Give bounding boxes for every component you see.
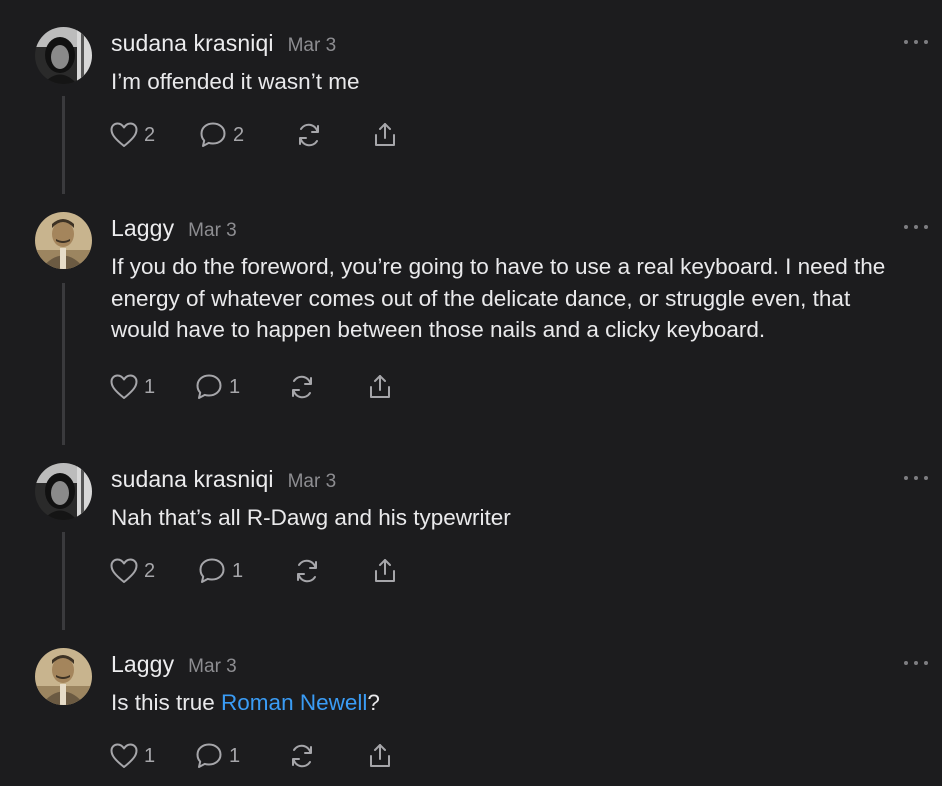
- share-button[interactable]: [371, 556, 399, 586]
- comment-text-suffix: ?: [367, 690, 380, 715]
- more-horizontal-icon[interactable]: [904, 656, 928, 670]
- avatar-photo: [35, 648, 92, 705]
- comment-date[interactable]: Mar 3: [188, 656, 237, 678]
- restack-button[interactable]: [288, 741, 316, 771]
- share-icon: [370, 375, 390, 398]
- speech-bubble-icon: [200, 122, 226, 147]
- reply-count: 1: [229, 744, 241, 767]
- author-name[interactable]: Laggy: [111, 651, 174, 678]
- like-count: 2: [144, 559, 156, 582]
- comment-header: Laggy Mar 3: [111, 651, 237, 678]
- like-button[interactable]: 2: [110, 120, 155, 150]
- more-horizontal-icon[interactable]: [904, 35, 928, 49]
- reply-count: 2: [233, 123, 245, 146]
- reply-count: 1: [229, 375, 241, 398]
- restack-icon: [292, 375, 312, 399]
- heart-icon: [110, 743, 138, 768]
- thread-line: [62, 532, 65, 630]
- reply-button[interactable]: 1: [198, 556, 243, 586]
- share-icon: [370, 744, 390, 767]
- reply-count: 1: [232, 559, 244, 582]
- comment-text: Nah that’s all R-Dawg and his typewriter: [111, 505, 511, 530]
- reply-button[interactable]: 2: [199, 120, 244, 150]
- comment-body: If you do the foreword, you’re going to …: [111, 251, 911, 346]
- comment-text-prefix: Is this true: [111, 690, 222, 715]
- speech-bubble-icon: [196, 743, 222, 768]
- heart-icon: [110, 122, 138, 147]
- comment-body: Is this true Roman Newell?: [111, 687, 911, 719]
- share-icon: [375, 123, 395, 146]
- more-horizontal-icon[interactable]: [904, 471, 928, 485]
- heart-icon: [110, 374, 138, 399]
- reply-button[interactable]: 1: [195, 372, 240, 402]
- avatar[interactable]: [35, 648, 92, 705]
- avatar[interactable]: [35, 463, 92, 520]
- share-button[interactable]: [366, 372, 394, 402]
- share-button[interactable]: [366, 741, 394, 771]
- comment-date[interactable]: Mar 3: [288, 471, 337, 493]
- heart-icon: [110, 558, 138, 583]
- thread-line: [62, 96, 65, 194]
- like-count: 2: [144, 123, 156, 146]
- like-button[interactable]: 1: [110, 372, 155, 402]
- reply-button[interactable]: 1: [195, 741, 240, 771]
- comment-body: Nah that’s all R-Dawg and his typewriter: [111, 502, 911, 534]
- comment-header: sudana krasniqi Mar 3: [111, 30, 336, 57]
- more-horizontal-icon[interactable]: [904, 220, 928, 234]
- thread-line: [62, 283, 65, 445]
- author-name[interactable]: sudana krasniqi: [111, 466, 274, 493]
- avatar-photo: [35, 212, 92, 269]
- author-name[interactable]: Laggy: [111, 215, 174, 242]
- share-button[interactable]: [371, 120, 399, 150]
- like-button[interactable]: 1: [110, 741, 155, 771]
- like-count: 1: [144, 744, 156, 767]
- like-button[interactable]: 2: [110, 556, 155, 586]
- restack-button[interactable]: [293, 556, 321, 586]
- speech-bubble-icon: [199, 558, 225, 583]
- avatar[interactable]: [35, 27, 92, 84]
- comment-body: I’m offended it wasn’t me: [111, 66, 911, 98]
- restack-icon: [299, 123, 319, 147]
- comment-text: I’m offended it wasn’t me: [111, 69, 360, 94]
- restack-button[interactable]: [295, 120, 323, 150]
- avatar-photo: [35, 27, 92, 84]
- comment-date[interactable]: Mar 3: [188, 220, 237, 242]
- user-mention-link[interactable]: Roman Newell: [221, 690, 367, 715]
- avatar-photo: [35, 463, 92, 520]
- comment-date[interactable]: Mar 3: [288, 35, 337, 57]
- author-name[interactable]: sudana krasniqi: [111, 30, 274, 57]
- comment-thread: sudana krasniqi Mar 3 I’m offended it wa…: [0, 0, 942, 786]
- speech-bubble-icon: [196, 374, 222, 399]
- restack-icon: [297, 559, 317, 583]
- restack-button[interactable]: [288, 372, 316, 402]
- comment-header: sudana krasniqi Mar 3: [111, 466, 336, 493]
- like-count: 1: [144, 375, 156, 398]
- avatar[interactable]: [35, 212, 92, 269]
- restack-icon: [292, 744, 312, 768]
- share-icon: [375, 559, 395, 582]
- comment-header: Laggy Mar 3: [111, 215, 237, 242]
- comment-text: If you do the foreword, you’re going to …: [111, 254, 886, 342]
